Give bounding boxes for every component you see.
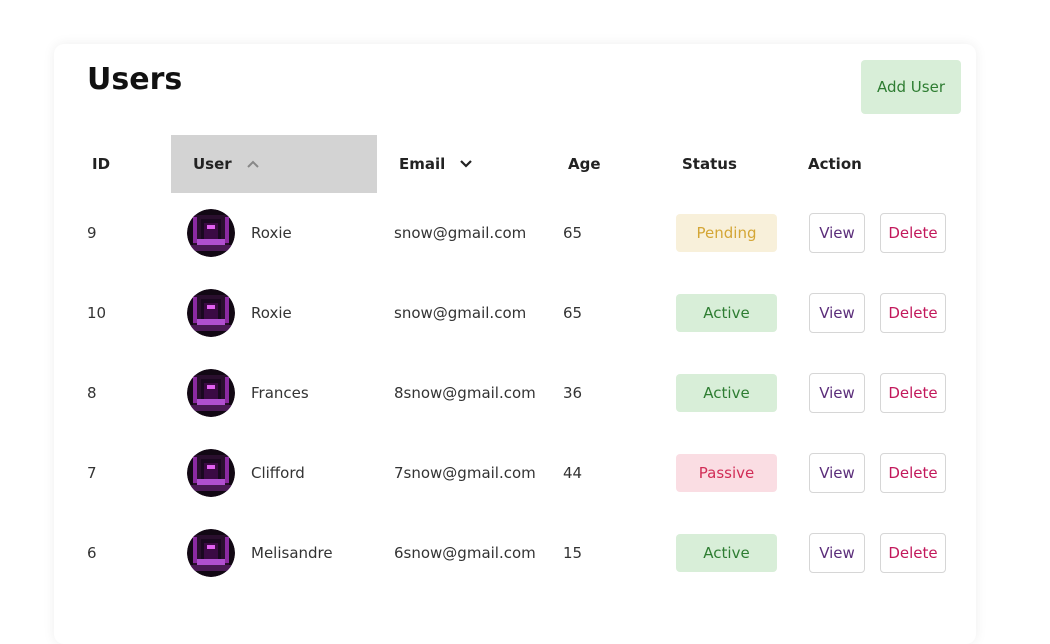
view-button[interactable]: View [809,213,865,253]
action-cell: View Delete [809,513,959,593]
user-name: Clifford [251,464,305,482]
table-row: 9 Roxie snow@gmail.com 65 Pending View D… [54,193,976,273]
user-cell: Roxie [187,273,387,353]
status-cell: Active [676,273,786,353]
chevron-up-icon [246,157,260,171]
column-header-action: Action [808,135,928,193]
status-cell: Pending [676,193,786,273]
status-badge: Passive [676,454,777,492]
chevron-down-icon [459,157,473,171]
avatar [187,289,235,337]
users-card: Users Add User ID User Email Age Status … [54,44,976,644]
status-badge: Active [676,294,777,332]
action-cell: View Delete [809,353,959,433]
action-cell: View Delete [809,193,959,273]
user-cell: Frances [187,353,387,433]
delete-button[interactable]: Delete [880,453,946,493]
user-age: 15 [563,544,583,562]
column-header-age[interactable]: Age [568,135,658,193]
column-header-user[interactable]: User [171,135,377,193]
user-name: Roxie [251,304,292,322]
avatar [187,449,235,497]
column-header-label: Age [568,155,601,173]
user-cell: Melisandre [187,513,387,593]
user-email: snow@gmail.com [394,304,527,322]
user-cell: Roxie [187,193,387,273]
status-badge: Active [676,374,777,412]
column-header-status[interactable]: Status [682,135,792,193]
user-id: 10 [87,304,107,322]
user-age: 44 [563,464,583,482]
user-age: 36 [563,384,583,402]
user-email: 6snow@gmail.com [394,544,536,562]
add-user-button[interactable]: Add User [861,60,961,114]
user-email: snow@gmail.com [394,224,527,242]
table-row: 7 Clifford 7snow@gmail.com 44 Passive Vi… [54,433,976,513]
table-row: 8 Frances 8snow@gmail.com 36 Active View… [54,353,976,433]
view-button[interactable]: View [809,453,865,493]
user-name: Roxie [251,224,292,242]
table-row: 10 Roxie snow@gmail.com 65 Active View D… [54,273,976,353]
column-header-label: Action [808,155,862,173]
avatar [187,209,235,257]
status-cell: Active [676,353,786,433]
status-badge: Active [676,534,777,572]
user-name: Frances [251,384,309,402]
action-cell: View Delete [809,433,959,513]
user-email: 7snow@gmail.com [394,464,536,482]
status-badge: Pending [676,214,777,252]
user-email: 8snow@gmail.com [394,384,536,402]
user-id: 8 [87,384,97,402]
avatar [187,529,235,577]
delete-button[interactable]: Delete [880,213,946,253]
column-header-label: ID [92,155,111,173]
user-name: Melisandre [251,544,333,562]
status-cell: Active [676,513,786,593]
table-header: ID User Email Age Status Action [54,135,976,193]
delete-button[interactable]: Delete [880,293,946,333]
user-id: 6 [87,544,97,562]
user-age: 65 [563,304,583,322]
page-title: Users [87,62,183,97]
column-header-label: User [193,155,232,173]
action-cell: View Delete [809,273,959,353]
delete-button[interactable]: Delete [880,373,946,413]
status-cell: Passive [676,433,786,513]
column-header-email[interactable]: Email [399,135,549,193]
avatar [187,369,235,417]
user-id: 7 [87,464,97,482]
delete-button[interactable]: Delete [880,533,946,573]
view-button[interactable]: View [809,293,865,333]
table-row: 6 Melisandre 6snow@gmail.com 15 Active V… [54,513,976,593]
user-cell: Clifford [187,433,387,513]
column-header-label: Status [682,155,737,173]
user-age: 65 [563,224,583,242]
user-id: 9 [87,224,97,242]
view-button[interactable]: View [809,373,865,413]
column-header-label: Email [399,155,446,173]
view-button[interactable]: View [809,533,865,573]
column-header-id[interactable]: ID [92,135,172,193]
